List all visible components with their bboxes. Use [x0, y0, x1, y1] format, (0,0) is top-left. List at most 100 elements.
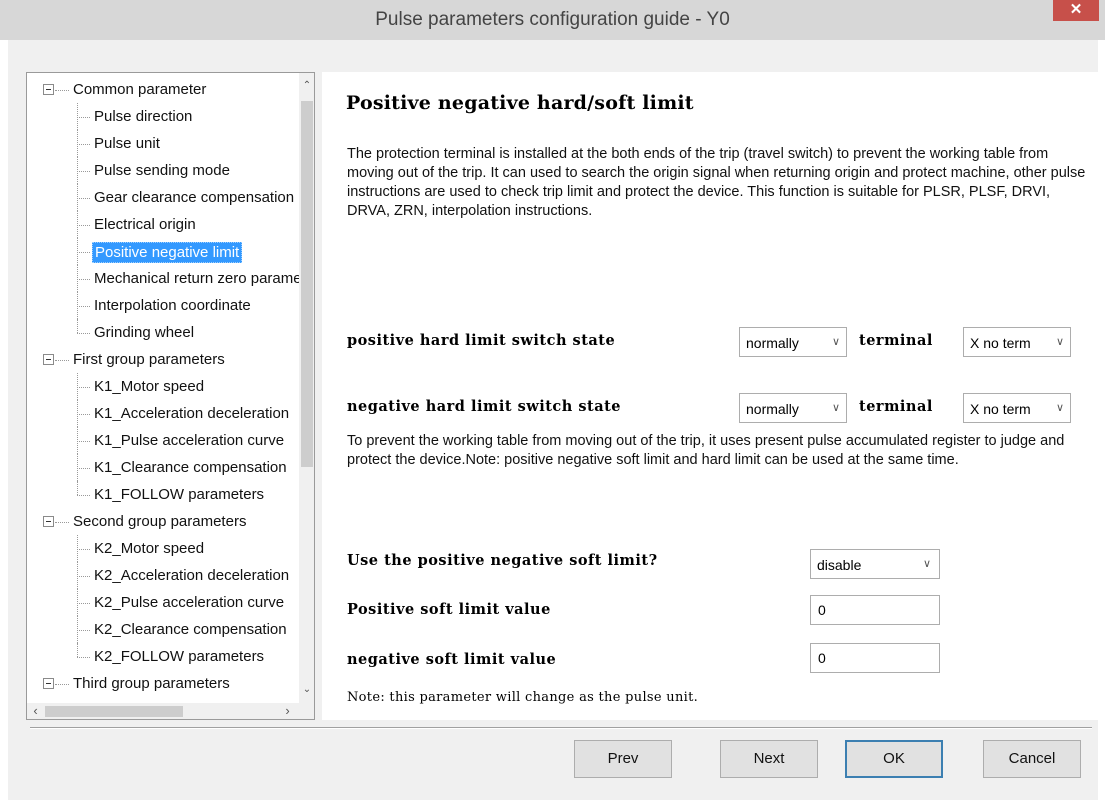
tree-item[interactable]: K1_FOLLOW parameters — [27, 481, 299, 508]
soft-limit-description: To prevent the working table from moving… — [347, 433, 1065, 468]
pulse-unit-note: Note: this parameter will change as the … — [347, 690, 699, 705]
tree-item-label: K2_Motor speed — [94, 540, 205, 557]
input-value: 0 — [818, 650, 826, 666]
positive-hard-limit-label: positive hard limit switch state — [347, 332, 616, 349]
tree-item[interactable]: Electrical origin — [27, 211, 299, 238]
scrollbar-thumb[interactable] — [301, 101, 313, 467]
tree-item[interactable]: K1_Clearance compensation — [27, 454, 299, 481]
tree-item[interactable]: K1_Motor speed — [27, 373, 299, 400]
select-value: X no term — [970, 401, 1031, 417]
tree-item-label: K1_Clearance compensation — [94, 459, 287, 476]
positive-terminal-select[interactable]: X no term ∨ — [963, 327, 1071, 357]
negative-hard-limit-state-select[interactable]: normally ∨ — [739, 393, 847, 423]
tree-item-label: Pulse unit — [94, 135, 160, 152]
tree-item-label: Grinding wheel — [94, 324, 195, 341]
tree-item[interactable]: Grinding wheel — [27, 319, 299, 346]
tree-item[interactable]: Mechanical return zero parameters — [27, 265, 314, 292]
tree-item[interactable]: K2_Clearance compensation — [27, 616, 299, 643]
tree-connector — [77, 495, 90, 496]
scroll-down-icon[interactable]: ⌄ — [299, 681, 314, 698]
tree-connector — [77, 414, 90, 415]
tree-group-node[interactable]: Third group parameters — [27, 670, 299, 697]
positive-hard-limit-state-select[interactable]: normally ∨ — [739, 327, 847, 357]
tree-connector — [77, 481, 78, 495]
collapse-icon[interactable] — [43, 678, 54, 689]
tree-item-label: Mechanical return zero parameters — [94, 270, 315, 287]
tree-connector — [55, 522, 69, 523]
tree-connector — [77, 144, 90, 145]
tree-item-label: First group parameters — [73, 351, 225, 368]
collapse-icon[interactable] — [43, 516, 54, 527]
collapse-icon[interactable] — [43, 354, 54, 365]
scroll-right-icon[interactable]: › — [279, 703, 296, 719]
soft-limit-enable-select[interactable]: disable ∨ — [810, 549, 940, 579]
select-value: disable — [817, 557, 862, 573]
soft-limit-enable-label: Use the positive negative soft limit? — [347, 552, 658, 569]
next-button[interactable]: Next — [720, 740, 818, 778]
negative-terminal-select[interactable]: X no term ∨ — [963, 393, 1071, 423]
tree-item-label: K1_FOLLOW parameters — [94, 486, 265, 503]
tree-item[interactable]: Pulse unit — [27, 130, 299, 157]
tree-connector — [77, 117, 90, 118]
scrollbar-corner — [299, 703, 314, 719]
tree-connector — [77, 198, 90, 199]
cancel-button[interactable]: Cancel — [983, 740, 1081, 778]
scroll-up-icon[interactable]: ⌃ — [299, 77, 314, 94]
tree-item[interactable]: K2_Motor speed — [27, 535, 299, 562]
tree-item-label: K2_Clearance compensation — [94, 621, 287, 638]
tree-connector — [77, 549, 90, 550]
negative-soft-limit-input[interactable]: 0 — [810, 643, 940, 673]
tree-group-node[interactable]: First group parameters — [27, 346, 299, 373]
select-value: X no term — [970, 335, 1031, 351]
tree-group-node[interactable]: Second group parameters — [27, 508, 299, 535]
negative-soft-limit-label: negative soft limit value — [347, 651, 557, 668]
tree-item-label: Electrical origin — [94, 216, 196, 233]
positive-soft-limit-label: Positive soft limit value — [347, 601, 551, 618]
tree-connector — [77, 630, 90, 631]
window-title: Pulse parameters configuration guide - Y… — [375, 9, 730, 30]
chevron-down-icon: ∨ — [831, 402, 840, 414]
tree-connector — [77, 657, 90, 658]
positive-soft-limit-input[interactable]: 0 — [810, 595, 940, 625]
section-heading: Positive negative hard/soft limit — [346, 92, 694, 114]
chevron-down-icon: ∨ — [922, 558, 931, 570]
tree-connector — [55, 360, 69, 361]
tree-item[interactable]: K1_Acceleration deceleration — [27, 400, 299, 427]
close-button[interactable]: ✕ — [1053, 0, 1099, 21]
tree-connector — [77, 333, 90, 334]
tree-group-node[interactable]: Common parameter — [27, 76, 299, 103]
tree-item[interactable]: Positive negative limit — [27, 238, 299, 265]
tree-item[interactable]: Interpolation coordinate — [27, 292, 299, 319]
tree-connector — [77, 603, 90, 604]
ok-button[interactable]: OK — [845, 740, 943, 778]
tree-item[interactable]: K2_Acceleration deceleration — [27, 562, 299, 589]
tree-horizontal-scrollbar[interactable]: ‹ › — [27, 703, 299, 719]
tree-item-label: Common parameter — [73, 81, 207, 98]
scrollbar-thumb[interactable] — [45, 706, 183, 717]
tree-item[interactable]: K2_FOLLOW parameters — [27, 643, 299, 670]
tree-item[interactable]: K2_Pulse acceleration curve — [27, 589, 299, 616]
tree-item[interactable]: Gear clearance compensation — [27, 184, 299, 211]
scroll-left-icon[interactable]: ‹ — [27, 703, 44, 719]
tree-item-label: K1_Motor speed — [94, 378, 205, 395]
negative-hard-limit-label: negative hard limit switch state — [347, 398, 622, 415]
tree-item-label: K2_Pulse acceleration curve — [94, 594, 285, 611]
tree-item[interactable]: Pulse sending mode — [27, 157, 299, 184]
tree-item-label: Pulse sending mode — [94, 162, 230, 179]
tree-item-label: Interpolation coordinate — [94, 297, 251, 314]
collapse-icon[interactable] — [43, 84, 54, 95]
tree-list: Common parameter Pulse direction Pulse uni… — [27, 76, 314, 697]
tree-item[interactable]: Pulse direction — [27, 103, 299, 130]
prev-button[interactable]: Prev — [574, 740, 672, 778]
tree-item-label: Pulse direction — [94, 108, 193, 125]
parameter-tree: Common parameter Pulse direction Pulse uni… — [26, 72, 315, 720]
tree-item-label: K2_Acceleration deceleration — [94, 567, 290, 584]
select-value: normally — [746, 401, 799, 417]
tree-vertical-scrollbar[interactable]: ⌃ ⌄ — [299, 73, 314, 703]
tree-item-label: Second group parameters — [73, 513, 247, 530]
tree-item[interactable]: K1_Pulse acceleration curve — [27, 427, 299, 454]
tree-connector — [77, 171, 90, 172]
tree-connector — [77, 643, 78, 657]
chevron-down-icon: ∨ — [1055, 336, 1064, 348]
tree-connector — [77, 319, 78, 333]
